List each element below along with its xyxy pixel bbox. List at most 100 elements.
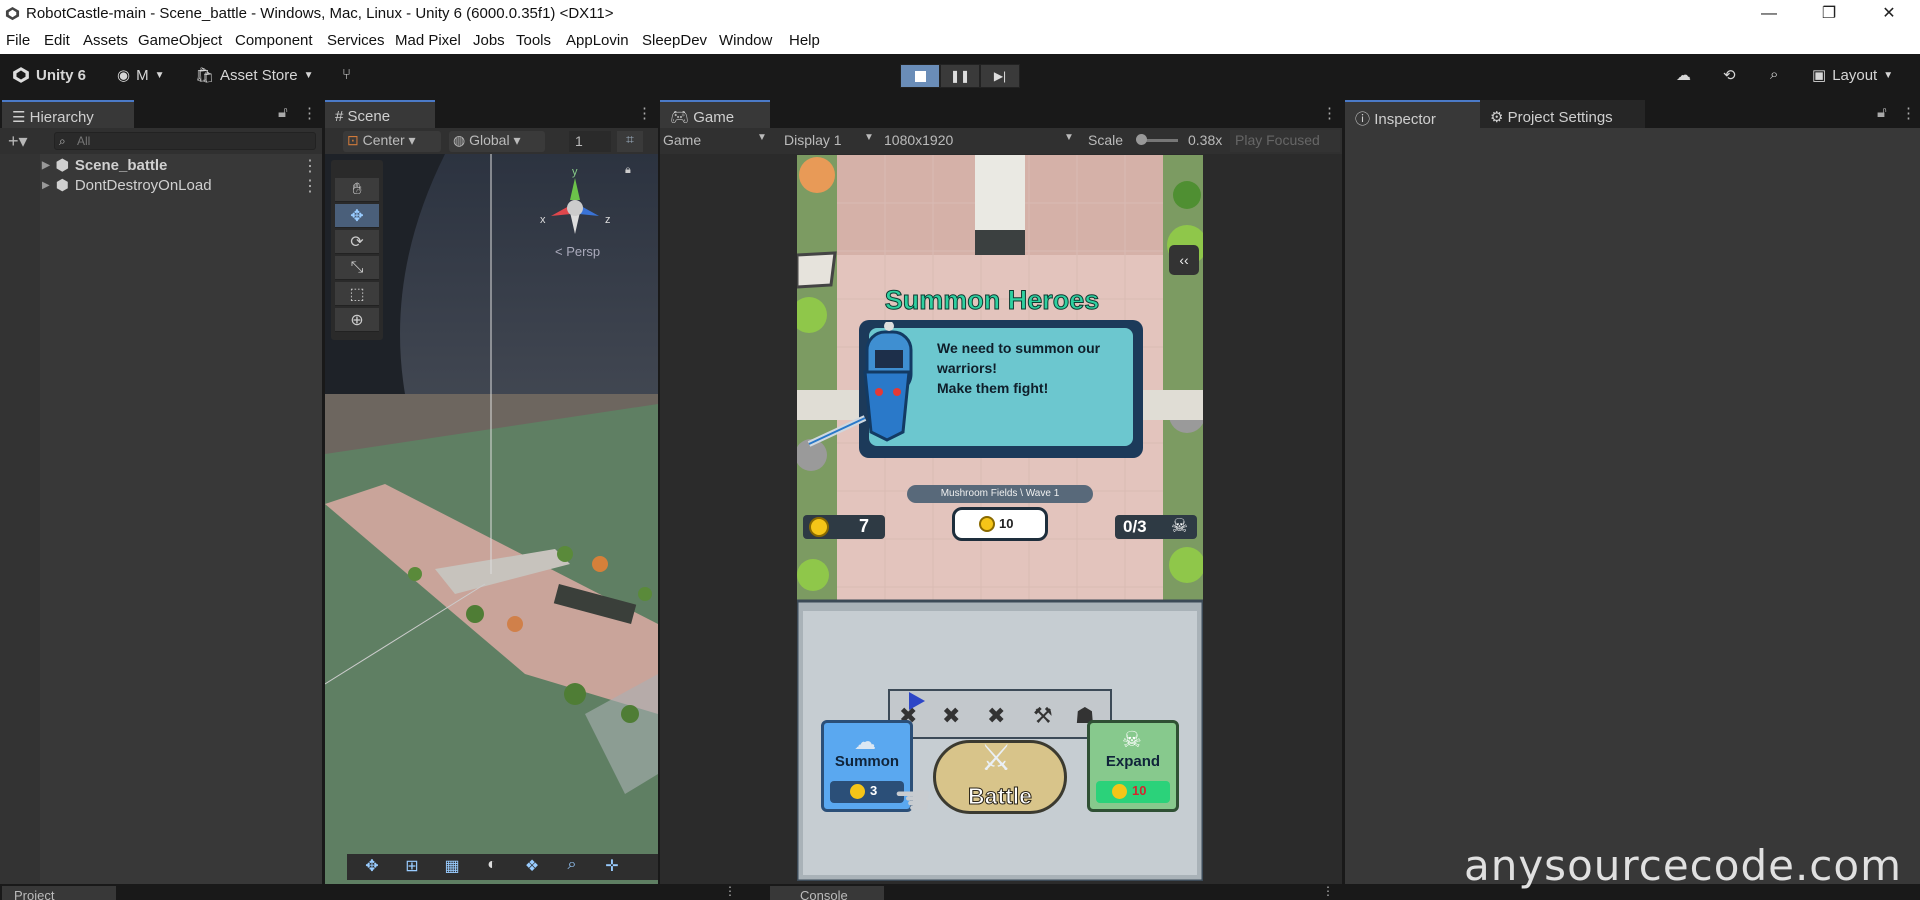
- hierarchy-item-label: DontDestroyOnLoad: [74, 176, 212, 194]
- scale-label: Scale: [1088, 132, 1124, 148]
- menu-edit[interactable]: Edit: [44, 32, 70, 49]
- game-mode-dropdown[interactable]: Game ▼: [663, 132, 769, 148]
- space-label: Global: [469, 132, 510, 148]
- step-button[interactable]: ▶|: [980, 64, 1020, 88]
- menu-gameobject[interactable]: GameObject: [138, 32, 222, 49]
- tab-project-label: Project: [14, 888, 55, 900]
- effects-icon[interactable]: ❖: [515, 856, 549, 878]
- tab-hierarchy-label: Hierarchy: [29, 109, 94, 126]
- rect-tool-button[interactable]: ⬚: [335, 282, 379, 306]
- tab-scene[interactable]: # Scene: [325, 100, 435, 128]
- tab-console[interactable]: Console: [770, 886, 884, 900]
- hierarchy-icon: ☰: [12, 109, 26, 126]
- search-placeholder: All: [77, 134, 91, 148]
- lock-icon[interactable]: 🔓︎: [278, 104, 288, 121]
- tab-game[interactable]: 🎮︎ Game: [660, 100, 770, 128]
- title-bar: RobotCastle-main - Scene_battle - Window…: [0, 0, 1920, 28]
- kebab-menu-icon[interactable]: ⋮: [302, 176, 318, 196]
- pivot-mode-dropdown[interactable]: ⊡ Center ▾: [343, 131, 441, 152]
- kebab-menu-icon[interactable]: ⋮: [1901, 104, 1916, 122]
- shading-icon[interactable]: ◐: [475, 856, 509, 878]
- layout-icon: ▣: [1812, 67, 1827, 84]
- asset-store-button[interactable]: 🛍 Asset Store ▼: [195, 66, 314, 85]
- grid-snap-input[interactable]: 1: [569, 131, 611, 152]
- game-view[interactable]: ✖ ✖ ✖ ⚒ ☗ ‹‹ Summon Heroes We need to summon…: [797, 155, 1203, 881]
- menu-assets[interactable]: Assets: [83, 32, 128, 49]
- tab-game-label: Game: [693, 109, 735, 126]
- tab-project-settings[interactable]: ⚙ Project Settings: [1480, 100, 1645, 128]
- resolution-dropdown[interactable]: 1080x1920 ▼: [884, 132, 1084, 148]
- hierarchy-item-scene[interactable]: ▶ ⬢ Scene_battle: [42, 156, 168, 175]
- scale-tool-button[interactable]: ⤡: [335, 256, 379, 280]
- rotate-tool-button[interactable]: ⟳: [335, 230, 379, 254]
- grid-snap-icon[interactable]: ⌗: [617, 131, 643, 152]
- hierarchy-item-dontdestroy[interactable]: ▶ ⬢ DontDestroyOnLoad: [42, 176, 212, 195]
- menu-help[interactable]: Help: [789, 32, 820, 49]
- menu-file[interactable]: File: [6, 32, 30, 49]
- kebab-menu-icon[interactable]: ⋮: [1322, 884, 1334, 898]
- expand-button[interactable]: ☠ Expand 10: [1087, 720, 1179, 812]
- restore-button[interactable]: ❐: [1809, 2, 1849, 26]
- hand-tool-button[interactable]: ✋︎: [335, 178, 379, 202]
- display-dropdown[interactable]: Display 1 ▼: [784, 132, 884, 148]
- scene-overlay-toolbar: ✥ ⊞ ▦ ◐ ❖ ⌕ ✛: [347, 854, 658, 880]
- collapse-button[interactable]: ‹‹: [1169, 245, 1199, 275]
- unity-version-button[interactable]: Unity 6: [12, 66, 86, 84]
- move-tool-button[interactable]: ✥: [335, 204, 379, 228]
- menu-jobs[interactable]: Jobs: [473, 32, 505, 49]
- tab-hierarchy[interactable]: ☰ Hierarchy: [2, 100, 134, 128]
- kebab-menu-icon[interactable]: ⋮: [637, 104, 652, 122]
- cloud-button[interactable]: ☁: [1676, 66, 1691, 84]
- battle-button[interactable]: ⚔ Battle: [933, 737, 1067, 814]
- lock-icon[interactable]: 🔒︎: [625, 164, 631, 177]
- move-icon[interactable]: ✥: [355, 856, 389, 878]
- tab-inspector[interactable]: ⓘ Inspector: [1345, 100, 1480, 128]
- space-mode-dropdown[interactable]: ◍ Global ▾: [449, 131, 545, 152]
- stop-button[interactable]: [900, 64, 940, 88]
- layout-dropdown[interactable]: ▣ Layout ▼: [1812, 66, 1893, 85]
- pause-button[interactable]: ❚❚: [940, 64, 980, 88]
- close-button[interactable]: ✕: [1869, 2, 1909, 26]
- menu-sleepdev[interactable]: SleepDev: [642, 32, 707, 49]
- version-control-button[interactable]: ⑂: [342, 66, 351, 83]
- add-icon[interactable]: +▾: [8, 131, 28, 152]
- menu-component[interactable]: Component: [235, 32, 313, 49]
- menu-services[interactable]: Services: [327, 32, 385, 49]
- tab-project[interactable]: Project: [2, 886, 116, 900]
- tab-console-label: Console: [800, 888, 848, 900]
- kebab-menu-icon[interactable]: ⋮: [302, 104, 317, 122]
- search-button[interactable]: ⌕: [1770, 66, 1778, 83]
- chevron-down-icon: ▼: [154, 69, 165, 81]
- grid-icon[interactable]: ▦: [435, 856, 469, 878]
- scene-viewport[interactable]: y x z < Persp 🔒︎ ✋︎ ✥ ⟳ ⤡ ⬚ ⊕ ✥ ⊞ ▦ ◐ ❖ …: [325, 154, 658, 884]
- chevrons-left-icon: ‹‹: [1179, 252, 1189, 268]
- summon-heroes-title: Summon Heroes: [884, 285, 1100, 316]
- hierarchy-search-input[interactable]: ⌕ All: [54, 132, 316, 150]
- menu-mad-pixel[interactable]: Mad Pixel: [395, 32, 461, 49]
- kebab-menu-icon[interactable]: ⋮: [302, 156, 318, 176]
- gizmo-z-label: z: [605, 214, 611, 226]
- zoom-icon[interactable]: ⌕: [555, 856, 589, 878]
- coin-icon: [1112, 784, 1127, 799]
- kebab-menu-icon[interactable]: ⋮: [724, 884, 736, 898]
- menu-window[interactable]: Window: [719, 32, 772, 49]
- game-toolbar: Game ▼ Display 1 ▼ 1080x1920 ▼ Scale 0.38x …: [660, 128, 1342, 154]
- perspective-label[interactable]: < Persp: [555, 244, 600, 259]
- axis-gizmo-icon: [551, 178, 599, 234]
- hierarchy-item-label: Scene_battle: [74, 156, 168, 174]
- lock-icon[interactable]: 🔓︎: [1877, 104, 1887, 121]
- orbit-icon[interactable]: ✛: [595, 856, 629, 878]
- snap-icon[interactable]: ⊞: [395, 856, 429, 878]
- scale-slider-thumb[interactable]: [1136, 134, 1147, 145]
- play-focused-dropdown[interactable]: Play Focused: [1230, 130, 1340, 152]
- scene-panel: # Scene ⋮ ⊡ Center ▾ ◍ Global ▾ 1 ⌗ y x …: [325, 98, 658, 884]
- history-button[interactable]: ⟲: [1723, 66, 1736, 84]
- orientation-gizmo[interactable]: y x z < Persp: [535, 166, 615, 259]
- minimize-button[interactable]: —: [1749, 2, 1789, 26]
- kebab-menu-icon[interactable]: ⋮: [1322, 104, 1337, 122]
- menu-tools[interactable]: Tools: [516, 32, 551, 49]
- menu-applovin[interactable]: AppLovin: [566, 32, 629, 49]
- account-button[interactable]: ◉ M ▼: [117, 66, 165, 85]
- transform-tool-button[interactable]: ⊕: [335, 308, 379, 332]
- scale-control[interactable]: Scale 0.38x: [1088, 132, 1222, 148]
